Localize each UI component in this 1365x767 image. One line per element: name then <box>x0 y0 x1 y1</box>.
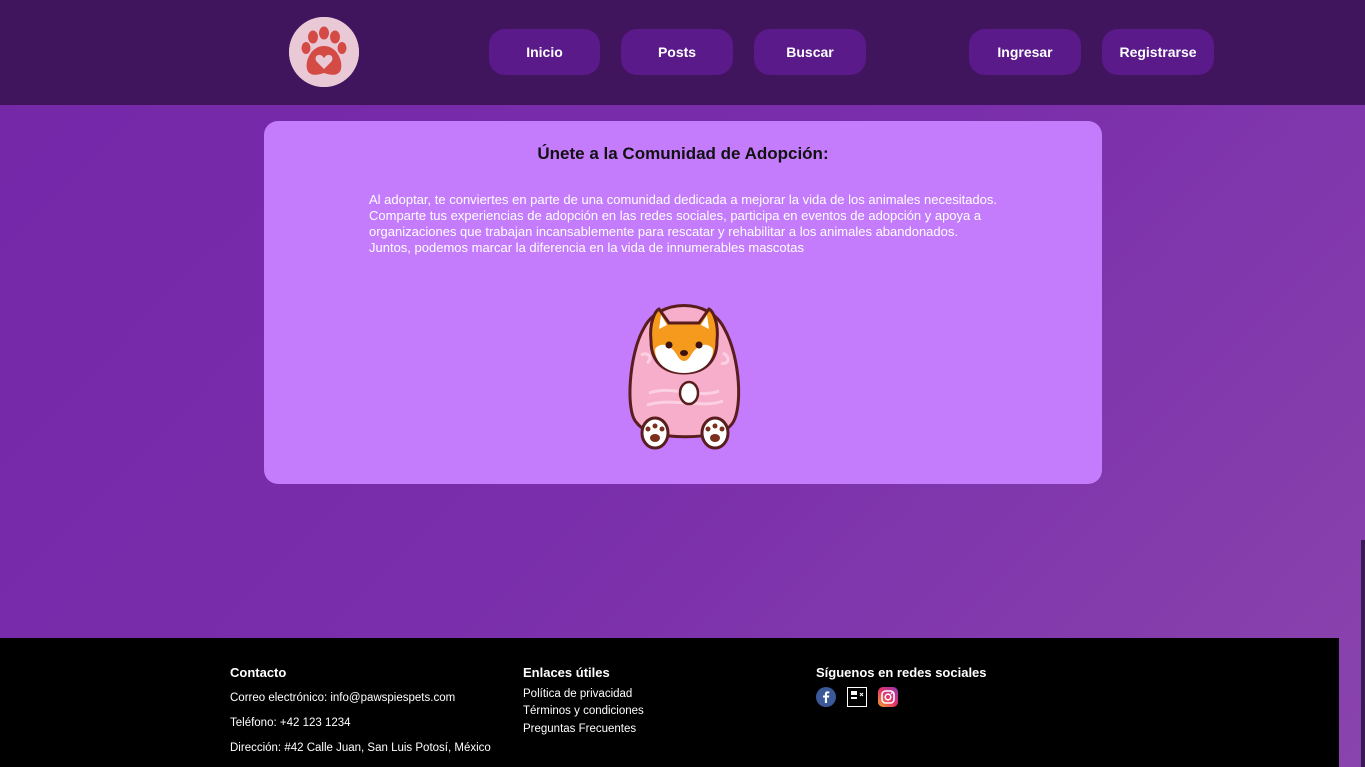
footer-link-privacy[interactable]: Política de privacidad <box>523 688 632 700</box>
instagram-icon[interactable] <box>878 687 898 707</box>
nav-buscar-button[interactable]: Buscar <box>754 29 866 75</box>
site-footer <box>0 638 1339 767</box>
nav-ingresar-button[interactable]: Ingresar <box>969 29 1081 75</box>
card-body: Al adoptar, te conviertes en parte de un… <box>369 192 997 255</box>
nav-inicio-button[interactable]: Inicio <box>489 29 600 75</box>
footer-contact-email: Correo electrónico: info@pawspiespets.co… <box>230 692 456 704</box>
community-card: Únete a la Comunidad de Adopción: Al ado… <box>264 121 1102 484</box>
dog-in-blanket-illustration <box>619 293 749 455</box>
footer-contact-address: Dirección: #42 Calle Juan, San Luis Poto… <box>230 742 491 754</box>
site-header: Inicio Posts Buscar Ingresar Registrarse <box>0 0 1365 105</box>
nav-registrarse-button[interactable]: Registrarse <box>1102 29 1214 75</box>
paw-logo-icon[interactable] <box>289 17 359 87</box>
x-icon[interactable] <box>847 687 867 707</box>
footer-link-terms[interactable]: Términos y condiciones <box>523 705 644 717</box>
scrollbar-thumb[interactable] <box>1361 540 1365 767</box>
nav-posts-button[interactable]: Posts <box>621 29 733 75</box>
footer-links-heading: Enlaces útiles <box>523 665 610 680</box>
footer-contact-heading: Contacto <box>230 665 287 680</box>
facebook-icon[interactable] <box>816 687 836 707</box>
footer-link-faq[interactable]: Preguntas Frecuentes <box>523 723 636 735</box>
card-title: Únete a la Comunidad de Adopción: <box>537 144 829 163</box>
footer-social-heading: Síguenos en redes sociales <box>816 665 987 680</box>
footer-contact-phone: Teléfono: +42 123 1234 <box>230 717 351 729</box>
